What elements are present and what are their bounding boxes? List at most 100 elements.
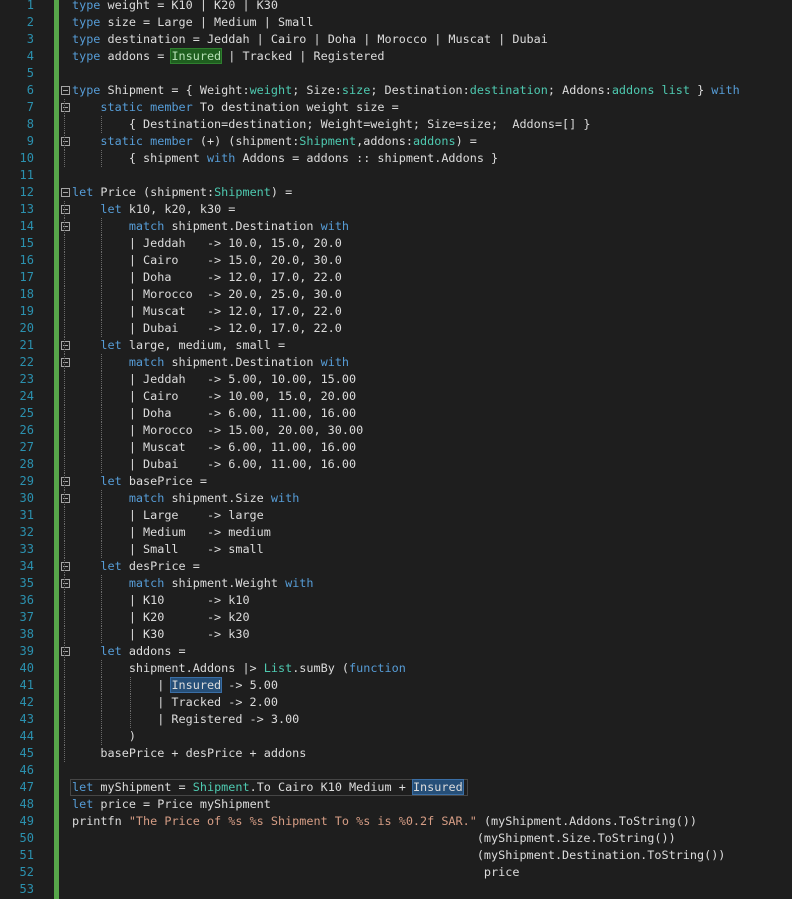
code-text[interactable]: | Doha -> 6.00, 11.00, 16.00 xyxy=(72,405,356,422)
code-text[interactable]: | Morocco -> 15.00, 20.00, 30.00 xyxy=(72,422,363,439)
collapse-toggle-icon[interactable] xyxy=(61,358,70,367)
code-line[interactable]: 10 { shipment with Addons = addons :: sh… xyxy=(0,150,792,167)
code-line[interactable]: 40 shipment.Addons |> List.sumBy (functi… xyxy=(0,660,792,677)
collapse-toggle-icon[interactable] xyxy=(61,647,70,656)
code-line[interactable]: 22 match shipment.Destination with xyxy=(0,354,792,371)
code-text[interactable]: | Tracked -> 2.00 xyxy=(72,694,278,711)
code-line[interactable]: 43 | Registered -> 3.00 xyxy=(0,711,792,728)
code-text[interactable]: | Jeddah -> 5.00, 10.00, 15.00 xyxy=(72,371,356,388)
code-line[interactable]: 31 | Large -> large xyxy=(0,507,792,524)
code-line[interactable]: 14 match shipment.Destination with xyxy=(0,218,792,235)
collapse-toggle-icon[interactable] xyxy=(61,188,70,197)
code-text[interactable]: | Jeddah -> 10.0, 15.0, 20.0 xyxy=(72,235,342,252)
code-line[interactable]: 24 | Cairo -> 10.00, 15.0, 20.00 xyxy=(0,388,792,405)
code-text[interactable]: | Morocco -> 20.0, 25.0, 30.0 xyxy=(72,286,342,303)
code-text[interactable]: price xyxy=(72,864,520,881)
code-text[interactable]: let desPrice = xyxy=(72,558,199,575)
code-line[interactable]: 19 | Muscat -> 12.0, 17.0, 22.0 xyxy=(0,303,792,320)
code-line[interactable]: 25 | Doha -> 6.00, 11.00, 16.00 xyxy=(0,405,792,422)
code-text[interactable]: | Dubai -> 6.00, 11.00, 16.00 xyxy=(72,456,356,473)
code-line[interactable]: 26 | Morocco -> 15.00, 20.00, 30.00 xyxy=(0,422,792,439)
code-line[interactable]: 1 type weight = K10 | K20 | K30 xyxy=(0,0,792,14)
code-text[interactable]: type Shipment = { Weight:weight; Size:si… xyxy=(72,82,740,99)
code-text[interactable]: | K10 -> k10 xyxy=(72,592,250,609)
code-text[interactable]: type size = Large | Medium | Small xyxy=(72,14,313,31)
code-text[interactable]: let Price (shipment:Shipment) = xyxy=(72,184,292,201)
code-text[interactable]: type weight = K10 | K20 | K30 xyxy=(72,0,278,14)
code-line[interactable]: 47 let myShipment = Shipment.To Cairo K10… xyxy=(0,779,792,796)
code-text[interactable]: (myShipment.Destination.ToString()) xyxy=(72,847,726,864)
code-line[interactable]: 52 price xyxy=(0,864,792,881)
code-line[interactable]: 20 | Dubai -> 12.0, 17.0, 22.0 xyxy=(0,320,792,337)
code-line[interactable]: 44 ) xyxy=(0,728,792,745)
collapse-toggle-icon[interactable] xyxy=(61,494,70,503)
code-text[interactable]: | K20 -> k20 xyxy=(72,609,250,626)
code-text[interactable]: type destination = Jeddah | Cairo | Doha… xyxy=(72,31,548,48)
code-text[interactable]: static member To destination weight size… xyxy=(72,99,398,116)
code-line[interactable]: 27 | Muscat -> 6.00, 11.00, 16.00 xyxy=(0,439,792,456)
code-text[interactable]: | Medium -> medium xyxy=(72,524,271,541)
code-line[interactable]: 7 static member To destination weight si… xyxy=(0,99,792,116)
code-text[interactable]: { Destination=destination; Weight=weight… xyxy=(72,116,591,133)
collapse-toggle-icon[interactable] xyxy=(61,137,70,146)
code-text[interactable]: | Cairo -> 10.00, 15.0, 20.00 xyxy=(72,388,356,405)
code-text[interactable]: let large, medium, small = xyxy=(72,337,285,354)
code-line[interactable]: 30 match shipment.Size with xyxy=(0,490,792,507)
code-lines[interactable]: 1 type weight = K10 | K20 | K30 2 type size… xyxy=(0,0,792,898)
code-line[interactable]: 35 match shipment.Weight with xyxy=(0,575,792,592)
collapse-toggle-icon[interactable] xyxy=(61,562,70,571)
code-text[interactable]: let k10, k20, k30 = xyxy=(72,201,235,218)
code-text[interactable]: match shipment.Size with xyxy=(72,490,299,507)
code-line[interactable]: 33 | Small -> small xyxy=(0,541,792,558)
code-line[interactable]: 3 type destination = Jeddah | Cairo | Doh… xyxy=(0,31,792,48)
collapse-toggle-icon[interactable] xyxy=(61,205,70,214)
code-line[interactable]: 53 xyxy=(0,881,792,898)
code-line[interactable]: 8 { Destination=destination; Weight=weig… xyxy=(0,116,792,133)
code-text[interactable]: static member (+) (shipment:Shipment,add… xyxy=(72,133,476,150)
code-line[interactable]: 39 let addons = xyxy=(0,643,792,660)
code-line[interactable]: 5 xyxy=(0,65,792,82)
code-line[interactable]: 49 printfn "The Price of %s %s Shipment T… xyxy=(0,813,792,830)
collapse-toggle-icon[interactable] xyxy=(61,341,70,350)
code-text[interactable]: basePrice + desPrice + addons xyxy=(72,745,306,762)
code-text[interactable]: | Muscat -> 12.0, 17.0, 22.0 xyxy=(72,303,342,320)
code-line[interactable]: 45 basePrice + desPrice + addons xyxy=(0,745,792,762)
code-line[interactable]: 17 | Doha -> 12.0, 17.0, 22.0 xyxy=(0,269,792,286)
code-line[interactable]: 9 static member (+) (shipment:Shipment,a… xyxy=(0,133,792,150)
code-text[interactable]: | Registered -> 3.00 xyxy=(72,711,299,728)
code-line[interactable]: 51 (myShipment.Destination.ToString()) xyxy=(0,847,792,864)
code-text[interactable]: | Muscat -> 6.00, 11.00, 16.00 xyxy=(72,439,356,456)
code-text[interactable]: let basePrice = xyxy=(72,473,207,490)
code-line[interactable]: 18 | Morocco -> 20.0, 25.0, 30.0 xyxy=(0,286,792,303)
code-text[interactable]: { shipment with Addons = addons :: shipm… xyxy=(72,150,498,167)
code-text[interactable]: | K30 -> k30 xyxy=(72,626,250,643)
code-line[interactable]: 41 | Insured -> 5.00 xyxy=(0,677,792,694)
code-line[interactable]: 2 type size = Large | Medium | Small xyxy=(0,14,792,31)
collapse-toggle-icon[interactable] xyxy=(61,477,70,486)
collapse-toggle-icon[interactable] xyxy=(61,86,70,95)
code-text[interactable]: | Dubai -> 12.0, 17.0, 22.0 xyxy=(72,320,342,337)
code-line[interactable]: 36 | K10 -> k10 xyxy=(0,592,792,609)
code-text[interactable]: printfn "The Price of %s %s Shipment To … xyxy=(72,813,697,830)
code-line[interactable]: 6 type Shipment = { Weight:weight; Size:s… xyxy=(0,82,792,99)
code-line[interactable]: 15 | Jeddah -> 10.0, 15.0, 20.0 xyxy=(0,235,792,252)
collapse-toggle-icon[interactable] xyxy=(61,103,70,112)
code-text[interactable]: (myShipment.Size.ToString()) xyxy=(72,830,676,847)
code-line[interactable]: 32 | Medium -> medium xyxy=(0,524,792,541)
code-line[interactable]: 34 let desPrice = xyxy=(0,558,792,575)
code-line[interactable]: 50 (myShipment.Size.ToString()) xyxy=(0,830,792,847)
code-line[interactable]: 13 let k10, k20, k30 = xyxy=(0,201,792,218)
collapse-toggle-icon[interactable] xyxy=(61,222,70,231)
code-text[interactable]: | Large -> large xyxy=(72,507,264,524)
code-text[interactable]: | Doha -> 12.0, 17.0, 22.0 xyxy=(72,269,342,286)
code-line[interactable]: 46 xyxy=(0,762,792,779)
code-line[interactable]: 21 let large, medium, small = xyxy=(0,337,792,354)
code-text[interactable]: type addons = Insured | Tracked | Regist… xyxy=(72,48,385,65)
code-text[interactable]: shipment.Addons |> List.sumBy (function xyxy=(72,660,406,677)
code-text[interactable]: | Cairo -> 15.0, 20.0, 30.0 xyxy=(72,252,342,269)
code-text[interactable]: let addons = xyxy=(72,643,185,660)
code-text[interactable]: let price = Price myShipment xyxy=(72,796,271,813)
code-editor[interactable]: 1 type weight = K10 | K20 | K30 2 type size… xyxy=(0,0,792,899)
code-text[interactable]: match shipment.Destination with xyxy=(72,354,349,371)
code-line[interactable]: 42 | Tracked -> 2.00 xyxy=(0,694,792,711)
